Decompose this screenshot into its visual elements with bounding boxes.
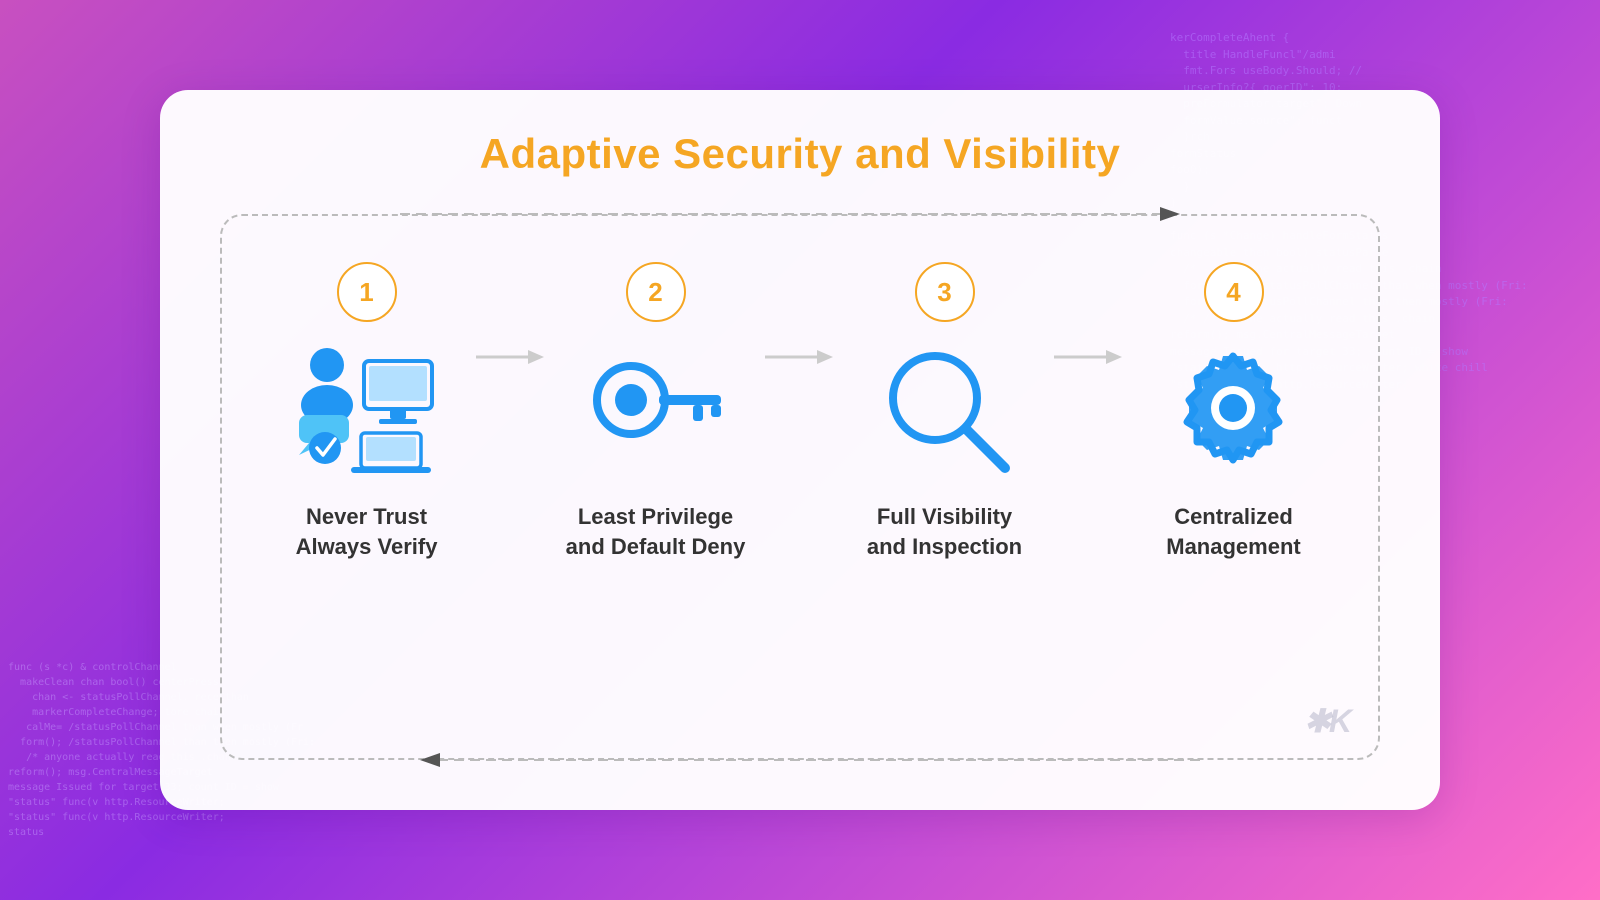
step-3-icon [865, 340, 1025, 480]
step-3-number: 3 [915, 262, 975, 322]
page-title: Adaptive Security and Visibility [480, 130, 1121, 178]
main-card: Adaptive Security and Visibility 1 [160, 90, 1440, 810]
user-device-icon [289, 343, 444, 478]
step-1-number: 1 [337, 262, 397, 322]
top-arrow-svg [400, 200, 1200, 228]
steps-row: 1 [262, 262, 1338, 561]
step-3: 3 Full Visibilityand Inspection [840, 262, 1049, 561]
step-1-icon [287, 340, 447, 480]
step-2: 2 Least Privilege [551, 262, 760, 561]
step-4-number: 4 [1204, 262, 1264, 322]
step-1-label: Never TrustAlways Verify [296, 502, 438, 561]
magnify-icon [875, 343, 1015, 478]
content-box: 1 [220, 214, 1380, 760]
step-2-number: 2 [626, 262, 686, 322]
arrow-2-3 [760, 262, 840, 372]
gear-icon [1161, 343, 1306, 478]
step-1: 1 [262, 262, 471, 561]
watermark: ✱K [1304, 702, 1350, 740]
key-icon [583, 348, 728, 473]
step-2-icon [576, 340, 736, 480]
bottom-arrow-svg [400, 746, 1200, 774]
step-2-label: Least Privilegeand Default Deny [566, 502, 746, 561]
step-4-icon [1154, 340, 1314, 480]
arrow-3-4 [1049, 262, 1129, 372]
bottom-arrow [222, 746, 1378, 774]
top-arrow [222, 200, 1378, 228]
arrow-1-2 [471, 262, 551, 372]
step-3-label: Full Visibilityand Inspection [867, 502, 1022, 561]
step-4: 4 [1129, 262, 1338, 561]
step-4-label: CentralizedManagement [1166, 502, 1300, 561]
